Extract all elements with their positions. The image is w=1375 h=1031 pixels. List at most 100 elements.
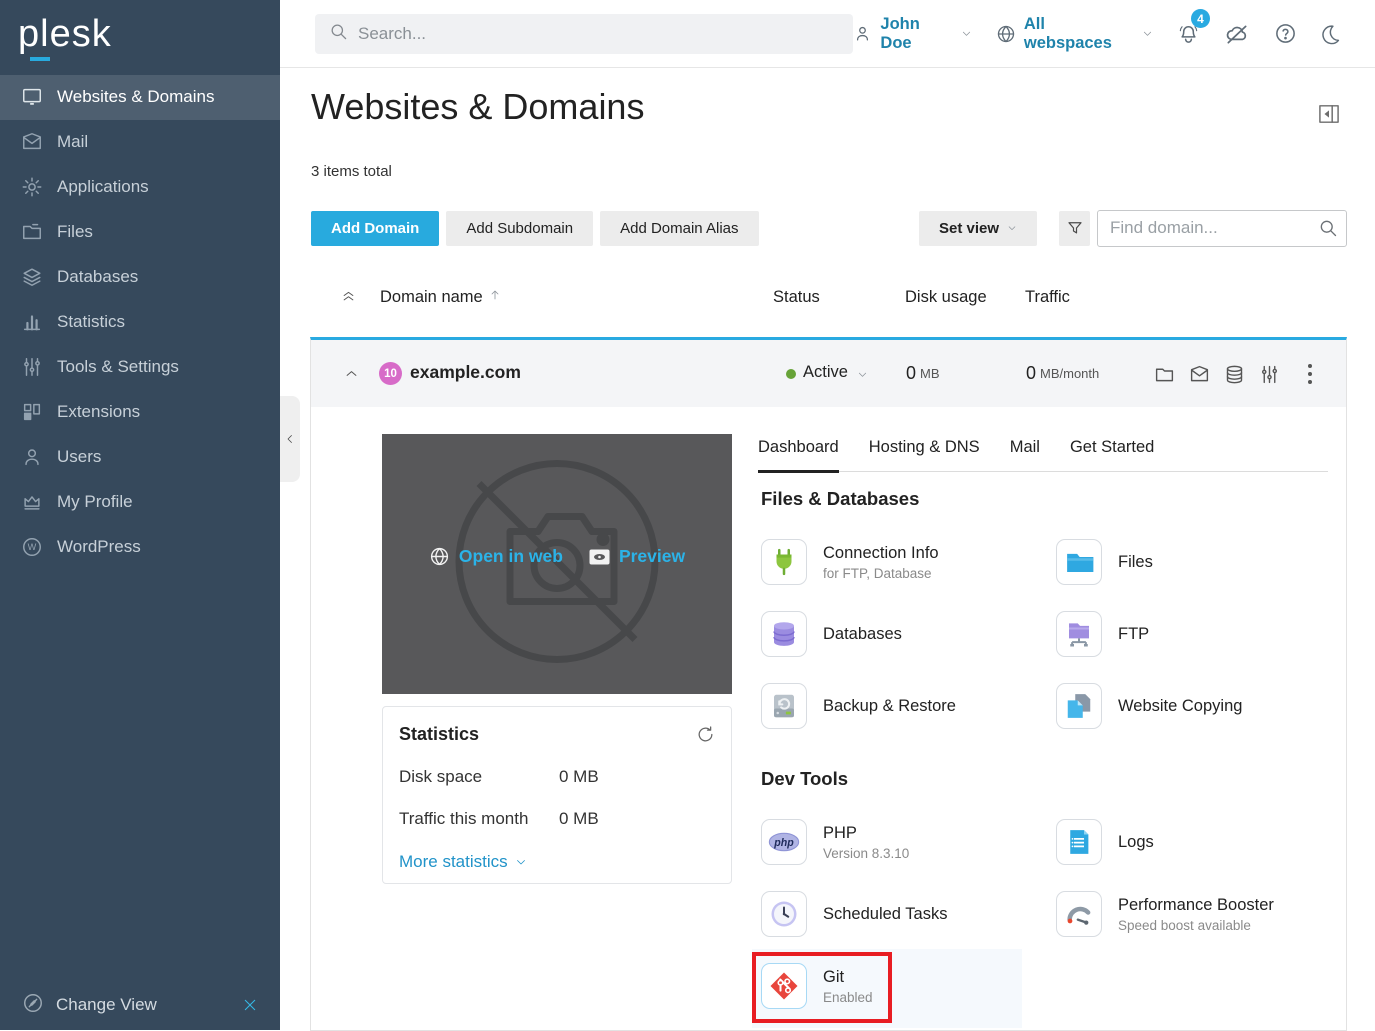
- user-name: John Doe: [880, 15, 952, 53]
- sort-asc-icon: [489, 288, 501, 307]
- sidebar-item-label: Databases: [57, 267, 138, 287]
- column-status[interactable]: Status: [773, 288, 820, 307]
- sidebar-item-extensions[interactable]: Extensions: [0, 390, 280, 435]
- user-menu[interactable]: John Doe: [853, 15, 971, 53]
- sidebar-item-databases[interactable]: Databases: [0, 255, 280, 300]
- mail-shortcut-icon[interactable]: [1189, 364, 1210, 385]
- collapse-row-icon[interactable]: [344, 366, 359, 381]
- add-domain-alias-button[interactable]: Add Domain Alias: [600, 211, 758, 246]
- tool-scheduled-tasks[interactable]: Scheduled Tasks: [761, 891, 1056, 937]
- mail-icon: [20, 131, 44, 153]
- tool-subtitle: Enabled: [823, 990, 873, 1005]
- sidebar-collapse-handle[interactable]: [280, 396, 300, 482]
- set-view-button[interactable]: Set view: [919, 211, 1037, 246]
- files-shortcut-icon[interactable]: [1154, 364, 1175, 385]
- add-domain-button[interactable]: Add Domain: [311, 211, 439, 246]
- notifications-button[interactable]: 4: [1177, 22, 1200, 45]
- tab-dashboard[interactable]: Dashboard: [758, 438, 839, 473]
- settings-shortcut-icon[interactable]: [1259, 364, 1280, 385]
- change-view[interactable]: Change View: [0, 980, 280, 1030]
- domain-card: 10 example.com Active 0MB 0MB/month Open: [310, 337, 1347, 1031]
- filter-button[interactable]: [1059, 211, 1090, 246]
- help-icon[interactable]: [1274, 22, 1297, 45]
- find-domain-input[interactable]: [1097, 210, 1347, 247]
- domain-row[interactable]: 10 example.com Active 0MB 0MB/month: [311, 340, 1346, 407]
- plesk-logo: plesk: [0, 0, 280, 61]
- column-traffic[interactable]: Traffic: [1025, 288, 1070, 307]
- tool-title: Connection Info: [823, 544, 939, 563]
- table-header: Domain name Status Disk usage Traffic: [311, 288, 1347, 314]
- domain-count-badge: 10: [379, 362, 402, 385]
- chevron-down-icon: [961, 28, 972, 39]
- kebab-menu-icon[interactable]: [1307, 362, 1313, 386]
- more-statistics-link[interactable]: More statistics: [399, 852, 715, 872]
- tool-website-copying[interactable]: Website Copying: [1056, 683, 1351, 729]
- tool-performance-booster[interactable]: Performance BoosterSpeed boost available: [1056, 891, 1351, 937]
- domain-name[interactable]: example.com: [410, 362, 521, 383]
- sidebar: plesk Websites & Domains Mail Applicatio…: [0, 0, 280, 1030]
- sidebar-item-websites-domains[interactable]: Websites & Domains: [0, 75, 280, 120]
- tool-logs[interactable]: Logs: [1056, 819, 1351, 865]
- panel-collapse-icon[interactable]: [1318, 104, 1340, 129]
- tool-backup-restore[interactable]: Backup & Restore: [761, 683, 1056, 729]
- search-icon[interactable]: [1318, 218, 1338, 243]
- tool-php[interactable]: php PHPVersion 8.3.10: [761, 819, 1056, 865]
- preview-eye-icon: [589, 549, 610, 565]
- database-shortcut-icon[interactable]: [1224, 364, 1245, 385]
- logs-icon: [1056, 819, 1102, 865]
- preview-link[interactable]: Preview: [589, 546, 685, 567]
- chevron-down-icon[interactable]: [857, 369, 868, 380]
- monitor-icon: [20, 86, 44, 108]
- tool-title: Scheduled Tasks: [823, 905, 947, 924]
- cloud-offline-icon[interactable]: [1224, 21, 1250, 47]
- column-disk-usage[interactable]: Disk usage: [905, 288, 987, 307]
- ftp-folder-icon: [1056, 611, 1102, 657]
- sidebar-item-tools-settings[interactable]: Tools & Settings: [0, 345, 280, 390]
- global-search[interactable]: [315, 14, 853, 54]
- tool-connection-info[interactable]: Connection Infofor FTP, Database: [761, 539, 1056, 585]
- crown-icon: [20, 491, 44, 513]
- column-domain-name[interactable]: Domain name: [380, 288, 501, 307]
- search-input[interactable]: [358, 24, 839, 44]
- find-domain: [1097, 210, 1347, 247]
- add-subdomain-button[interactable]: Add Subdomain: [446, 211, 593, 246]
- close-icon[interactable]: [242, 997, 258, 1013]
- preview-links: Open in web Preview: [382, 546, 732, 567]
- git-icon: [761, 963, 807, 1009]
- sidebar-item-applications[interactable]: Applications: [0, 165, 280, 210]
- sidebar-item-my-profile[interactable]: My Profile: [0, 480, 280, 525]
- stat-value: 0 MB: [559, 767, 599, 787]
- toolbar-right: Set view: [919, 210, 1347, 247]
- tool-databases[interactable]: Databases: [761, 611, 1056, 657]
- sidebar-item-users[interactable]: Users: [0, 435, 280, 480]
- tab-mail[interactable]: Mail: [1010, 438, 1040, 471]
- sidebar-item-mail[interactable]: Mail: [0, 120, 280, 165]
- tab-get-started[interactable]: Get Started: [1070, 438, 1154, 471]
- refresh-icon[interactable]: [696, 725, 715, 744]
- tab-hosting-dns[interactable]: Hosting & DNS: [869, 438, 980, 471]
- tool-ftp[interactable]: FTP: [1056, 611, 1351, 657]
- webspaces-menu[interactable]: All webspaces: [996, 15, 1153, 53]
- gauge-icon: [1056, 891, 1102, 937]
- dark-mode-icon[interactable]: [1321, 23, 1343, 45]
- sidebar-item-statistics[interactable]: Statistics: [0, 300, 280, 345]
- sidebar-item-files[interactable]: Files: [0, 210, 280, 255]
- open-in-web-link[interactable]: Open in web: [429, 546, 563, 567]
- toolbar: Add Domain Add Subdomain Add Domain Alia…: [311, 210, 1347, 246]
- tool-files[interactable]: Files: [1056, 539, 1351, 585]
- stat-label: Traffic this month: [399, 809, 559, 829]
- status-label[interactable]: Active: [803, 363, 848, 382]
- sidebar-item-label: Tools & Settings: [57, 357, 179, 377]
- webspaces-label: All webspaces: [1024, 15, 1134, 53]
- clock-icon: [761, 891, 807, 937]
- tool-git[interactable]: GitEnabled: [761, 963, 1056, 1009]
- column-label: Domain name: [380, 288, 483, 307]
- sidebar-item-label: Users: [57, 447, 101, 467]
- collapse-all-icon[interactable]: [341, 288, 356, 303]
- set-view-label: Set view: [939, 220, 999, 237]
- purple-database-icon: [761, 611, 807, 657]
- sidebar-item-wordpress[interactable]: W WordPress: [0, 525, 280, 570]
- tool-subtitle: Speed boost available: [1118, 918, 1274, 933]
- backup-drive-icon: [761, 683, 807, 729]
- statistics-title: Statistics: [399, 724, 479, 745]
